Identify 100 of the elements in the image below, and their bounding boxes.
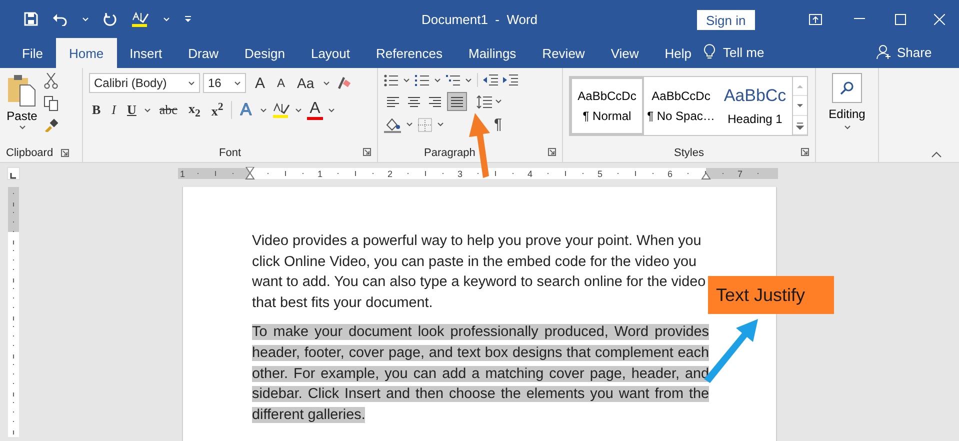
ribbon-tab[interactable]: Review	[529, 38, 598, 68]
style-option[interactable]: AaBbCcDc ¶ No Spac…	[644, 77, 718, 135]
group-label: Font	[218, 147, 241, 159]
scissors-icon[interactable]	[44, 73, 58, 89]
ribbon-tab[interactable]: Layout	[298, 38, 364, 68]
caret-icon[interactable]	[323, 80, 330, 86]
ribbon-display-icon[interactable]	[808, 14, 822, 24]
callout-label: Text Justify	[708, 276, 834, 314]
format-button[interactable]: x$_{2}$	[185, 100, 204, 120]
person-icon[interactable]	[876, 44, 892, 60]
format-button[interactable]: B	[89, 101, 104, 119]
launcher-icon[interactable]	[548, 148, 556, 156]
caret-icon[interactable]	[434, 78, 441, 82]
caret-icon[interactable]	[260, 108, 267, 112]
numbering-icon[interactable]	[415, 74, 429, 86]
spelling-icon[interactable]	[131, 11, 149, 27]
search-icon[interactable]	[840, 81, 854, 95]
paintbrush-icon[interactable]	[44, 118, 58, 132]
shading-icon[interactable]	[384, 116, 401, 132]
borders-icon[interactable]	[418, 118, 432, 132]
caret-icon[interactable]	[406, 122, 413, 127]
font-color-button[interactable]: A	[306, 100, 324, 120]
format-button[interactable]: I	[108, 101, 120, 119]
indent-marker[interactable]	[245, 167, 255, 180]
ruler-number: 4	[528, 169, 532, 179]
caret-icon[interactable]	[844, 125, 850, 130]
undo-menu-icon[interactable]	[82, 16, 89, 22]
ribbon-tab[interactable]: Mailings	[456, 38, 530, 68]
highlighter-icon[interactable]	[272, 102, 290, 118]
change-case-button[interactable]: Aa	[294, 74, 318, 92]
customize-icon[interactable]	[184, 15, 192, 23]
format-button[interactable]: x$^{2}$	[208, 100, 226, 120]
dropdown-caret-icon[interactable]	[188, 80, 195, 86]
ribbon-tab[interactable]: Help	[652, 38, 705, 68]
align-icon[interactable]	[450, 95, 464, 108]
group-label: Styles	[674, 147, 704, 159]
paste-button[interactable]: Paste	[6, 73, 38, 144]
bullets-icon[interactable]	[384, 74, 398, 86]
launcher-icon[interactable]	[801, 148, 809, 156]
window-title: Document1 - Word	[421, 12, 538, 26]
left-tab-icon[interactable]	[8, 170, 19, 181]
close-icon[interactable]	[934, 14, 944, 24]
paste-menu-icon[interactable]	[18, 125, 26, 130]
decrease-indent-icon[interactable]	[483, 74, 498, 86]
minimize-icon[interactable]	[854, 18, 864, 20]
ribbon-tab[interactable]: Design	[232, 38, 298, 68]
increase-indent-icon[interactable]	[503, 74, 518, 86]
show-formatting-button[interactable]: ¶	[494, 116, 502, 133]
indent-marker[interactable]	[701, 172, 711, 180]
undo-icon[interactable]	[52, 12, 68, 26]
caret-icon[interactable]	[144, 108, 152, 112]
redo-icon[interactable]	[103, 12, 117, 26]
ribbon-tab[interactable]: Draw	[175, 38, 232, 68]
launcher-icon[interactable]	[61, 149, 70, 157]
style-option[interactable]: AaBbCc Heading 1	[718, 77, 792, 135]
align-button[interactable]	[447, 92, 467, 111]
ruler-number: 1	[318, 169, 322, 179]
maximize-icon[interactable]	[894, 14, 906, 24]
editing-button[interactable]: Editing	[822, 73, 872, 130]
style-option[interactable]: AaBbCcDc ¶ Normal	[570, 77, 644, 135]
caret-icon[interactable]	[465, 78, 472, 82]
caret-icon[interactable]	[495, 99, 502, 104]
format-button[interactable]: abc	[156, 101, 180, 119]
ribbon-tab[interactable]: References	[363, 38, 456, 68]
grow-font-button[interactable]: A	[252, 74, 268, 92]
lightbulb-icon[interactable]	[704, 44, 715, 60]
shrink-font-button[interactable]: A	[274, 75, 288, 91]
clipboard-icon[interactable]	[6, 73, 38, 107]
font-size-dropdown[interactable]: 16	[203, 73, 246, 93]
ruler-number: 2	[388, 169, 392, 179]
ruler-number: 1	[180, 169, 186, 179]
ruler-number: 7	[738, 169, 742, 179]
caret-icon[interactable]	[403, 78, 410, 82]
share-button[interactable]: Share	[897, 44, 932, 60]
tell-me-field[interactable]: Tell me	[723, 44, 764, 60]
ribbon-tab[interactable]: View	[598, 38, 652, 68]
ruler-number: 5	[598, 169, 602, 179]
copy-icon[interactable]	[44, 96, 58, 111]
caret-icon[interactable]	[294, 108, 302, 112]
dropdown-caret-icon[interactable]	[234, 80, 241, 86]
launcher-icon[interactable]	[363, 148, 371, 156]
font-name-dropdown[interactable]: Calibri (Body)	[89, 73, 200, 93]
caret-icon[interactable]	[437, 122, 444, 127]
tab-selector[interactable]	[7, 167, 20, 180]
caret-icon[interactable]	[328, 108, 336, 112]
collapse-ribbon-icon[interactable]	[931, 151, 942, 158]
spelling-menu-icon[interactable]	[163, 16, 170, 22]
group-label: Clipboard	[6, 147, 54, 159]
ruler-number: 6	[668, 169, 672, 179]
format-button[interactable]: U	[124, 101, 140, 119]
multilevel-list-icon[interactable]	[446, 74, 460, 86]
paragraph: Video provides a powerful way to help you prove your point. When you click Online Video, you can paste in the embed code for the video you want to add. You can also type a keyword to search online for the video that best fits your document.	[252, 232, 707, 313]
ribbon-tab[interactable]: Home	[56, 38, 117, 68]
line-spacing-icon[interactable]	[476, 94, 492, 108]
ribbon-tab[interactable]: File	[9, 38, 56, 68]
sign-in-button[interactable]: Sign in	[697, 10, 755, 30]
save-icon[interactable]	[24, 12, 38, 26]
group-label: Paragraph	[424, 147, 476, 159]
eraser-icon[interactable]	[336, 76, 352, 90]
ribbon-tab[interactable]: Insert	[116, 38, 176, 68]
